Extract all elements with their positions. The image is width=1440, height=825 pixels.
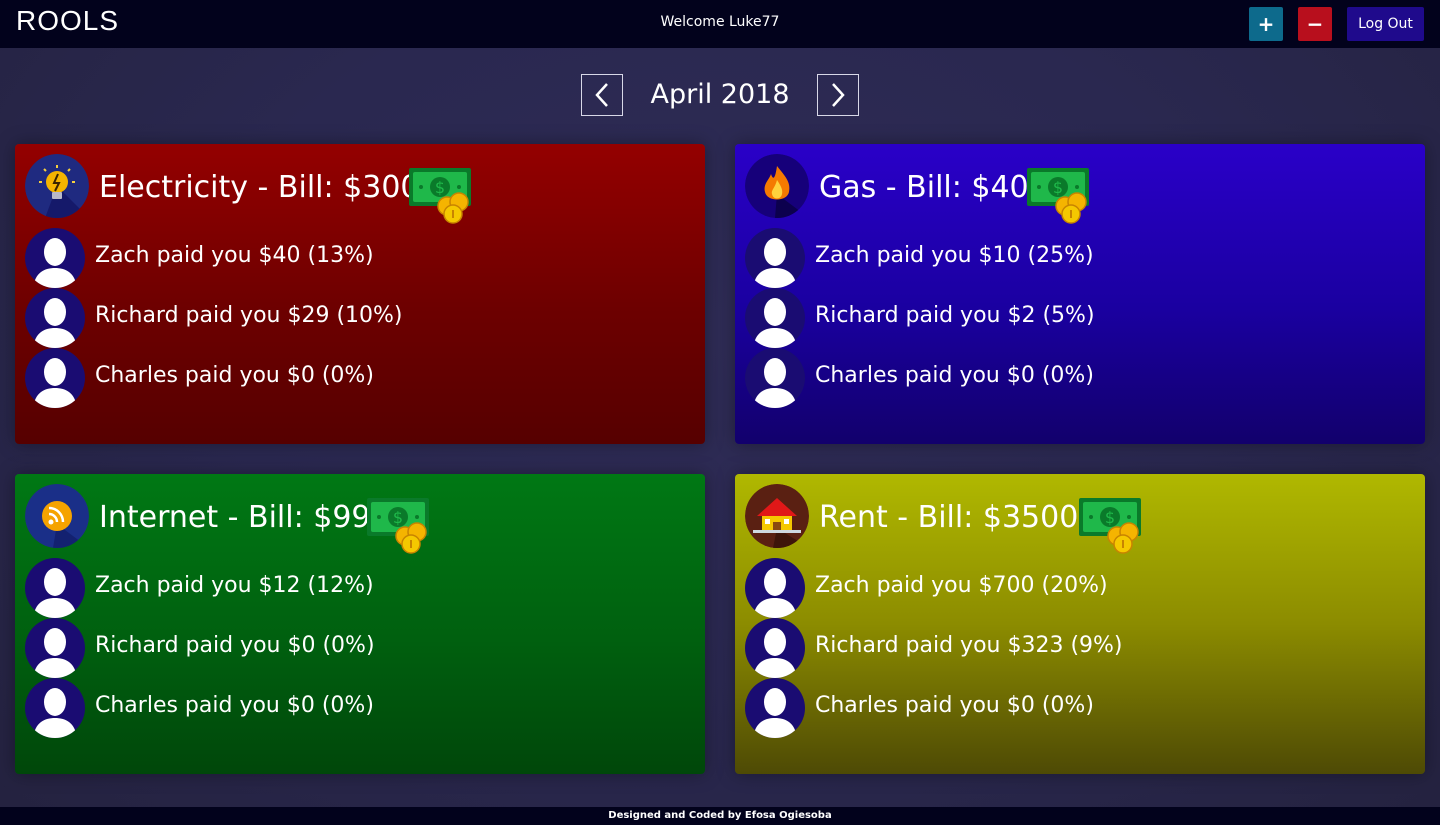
payment-row: Charles paid you $0 (0%) bbox=[745, 348, 1405, 408]
avatar bbox=[25, 228, 85, 288]
house-icon bbox=[745, 484, 809, 548]
avatar bbox=[25, 348, 85, 408]
payment-text: Zach paid you $700 (20%) bbox=[815, 573, 1108, 598]
payment-text: Charles paid you $0 (0%) bbox=[95, 693, 374, 718]
payment-text: Zach paid you $40 (13%) bbox=[95, 243, 374, 268]
payment-text: Richard paid you $2 (5%) bbox=[815, 303, 1095, 328]
payment-row: Zach paid you $12 (12%) bbox=[25, 558, 685, 618]
next-month-button[interactable] bbox=[817, 74, 859, 116]
avatar bbox=[25, 558, 85, 618]
svg-text:$: $ bbox=[1053, 178, 1063, 197]
payment-row: Charles paid you $0 (0%) bbox=[25, 348, 685, 408]
payment-row: Richard paid you $323 (9%) bbox=[745, 618, 1405, 678]
avatar bbox=[745, 348, 805, 408]
add-bill-button[interactable]: + bbox=[1249, 7, 1283, 41]
avatar bbox=[745, 558, 805, 618]
chevron-left-icon bbox=[595, 83, 608, 107]
bill-title: Rent - Bill: $3500 bbox=[819, 500, 1079, 535]
payment-row: Richard paid you $0 (0%) bbox=[25, 618, 685, 678]
payment-row: Zach paid you $700 (20%) bbox=[745, 558, 1405, 618]
avatar bbox=[745, 678, 805, 738]
bill-title: Internet - Bill: $99 bbox=[99, 500, 371, 535]
bill-card-gas: Gas - Bill: $40 $ Zach paid you $10 (25%… bbox=[735, 144, 1425, 444]
avatar bbox=[745, 228, 805, 288]
logout-button[interactable]: Log Out bbox=[1347, 7, 1424, 41]
avatar bbox=[25, 288, 85, 348]
chevron-right-icon bbox=[832, 83, 845, 107]
current-month-label: April 2018 bbox=[650, 79, 790, 110]
money-icon[interactable]: $ bbox=[1025, 166, 1091, 224]
payment-row: Richard paid you $2 (5%) bbox=[745, 288, 1405, 348]
payment-text: Charles paid you $0 (0%) bbox=[95, 363, 374, 388]
previous-month-button[interactable] bbox=[581, 74, 623, 116]
flame-icon bbox=[745, 154, 809, 218]
payment-text: Zach paid you $10 (25%) bbox=[815, 243, 1094, 268]
money-icon[interactable]: $ bbox=[1077, 496, 1143, 554]
money-icon[interactable]: $ bbox=[407, 166, 473, 224]
payment-row: Zach paid you $40 (13%) bbox=[25, 228, 685, 288]
bill-card-rent: Rent - Bill: $3500 $ Zach paid you $700 … bbox=[735, 474, 1425, 774]
payment-row: Charles paid you $0 (0%) bbox=[745, 678, 1405, 738]
welcome-message: Welcome Luke77 bbox=[660, 14, 780, 30]
bill-title: Electricity - Bill: $300 bbox=[99, 170, 420, 205]
avatar bbox=[745, 618, 805, 678]
top-navbar: ROOLS Welcome Luke77 + − Log Out bbox=[0, 0, 1440, 48]
avatar bbox=[25, 678, 85, 738]
payment-text: Richard paid you $323 (9%) bbox=[815, 633, 1123, 658]
payment-row: Richard paid you $29 (10%) bbox=[25, 288, 685, 348]
bill-title: Gas - Bill: $40 bbox=[819, 170, 1029, 205]
svg-text:$: $ bbox=[1105, 508, 1115, 527]
payment-text: Richard paid you $29 (10%) bbox=[95, 303, 403, 328]
payment-text: Richard paid you $0 (0%) bbox=[95, 633, 375, 658]
month-navigation: April 2018 bbox=[0, 74, 1440, 120]
avatar bbox=[25, 618, 85, 678]
payment-text: Zach paid you $12 (12%) bbox=[95, 573, 374, 598]
payment-row: Charles paid you $0 (0%) bbox=[25, 678, 685, 738]
lightbulb-icon bbox=[25, 154, 89, 218]
payment-text: Charles paid you $0 (0%) bbox=[815, 693, 1094, 718]
bill-card-internet: Internet - Bill: $99 $ Zach paid you $12… bbox=[15, 474, 705, 774]
payment-row: Zach paid you $10 (25%) bbox=[745, 228, 1405, 288]
remove-bill-button[interactable]: − bbox=[1298, 7, 1332, 41]
svg-text:$: $ bbox=[435, 178, 445, 197]
bill-card-electricity: Electricity - Bill: $300 $ Zach paid you… bbox=[15, 144, 705, 444]
svg-text:$: $ bbox=[393, 508, 403, 527]
payment-text: Charles paid you $0 (0%) bbox=[815, 363, 1094, 388]
footer-credit: Designed and Coded by Efosa Ogiesoba bbox=[0, 807, 1440, 825]
money-icon[interactable]: $ bbox=[365, 496, 431, 554]
wifi-icon bbox=[25, 484, 89, 548]
avatar bbox=[745, 288, 805, 348]
